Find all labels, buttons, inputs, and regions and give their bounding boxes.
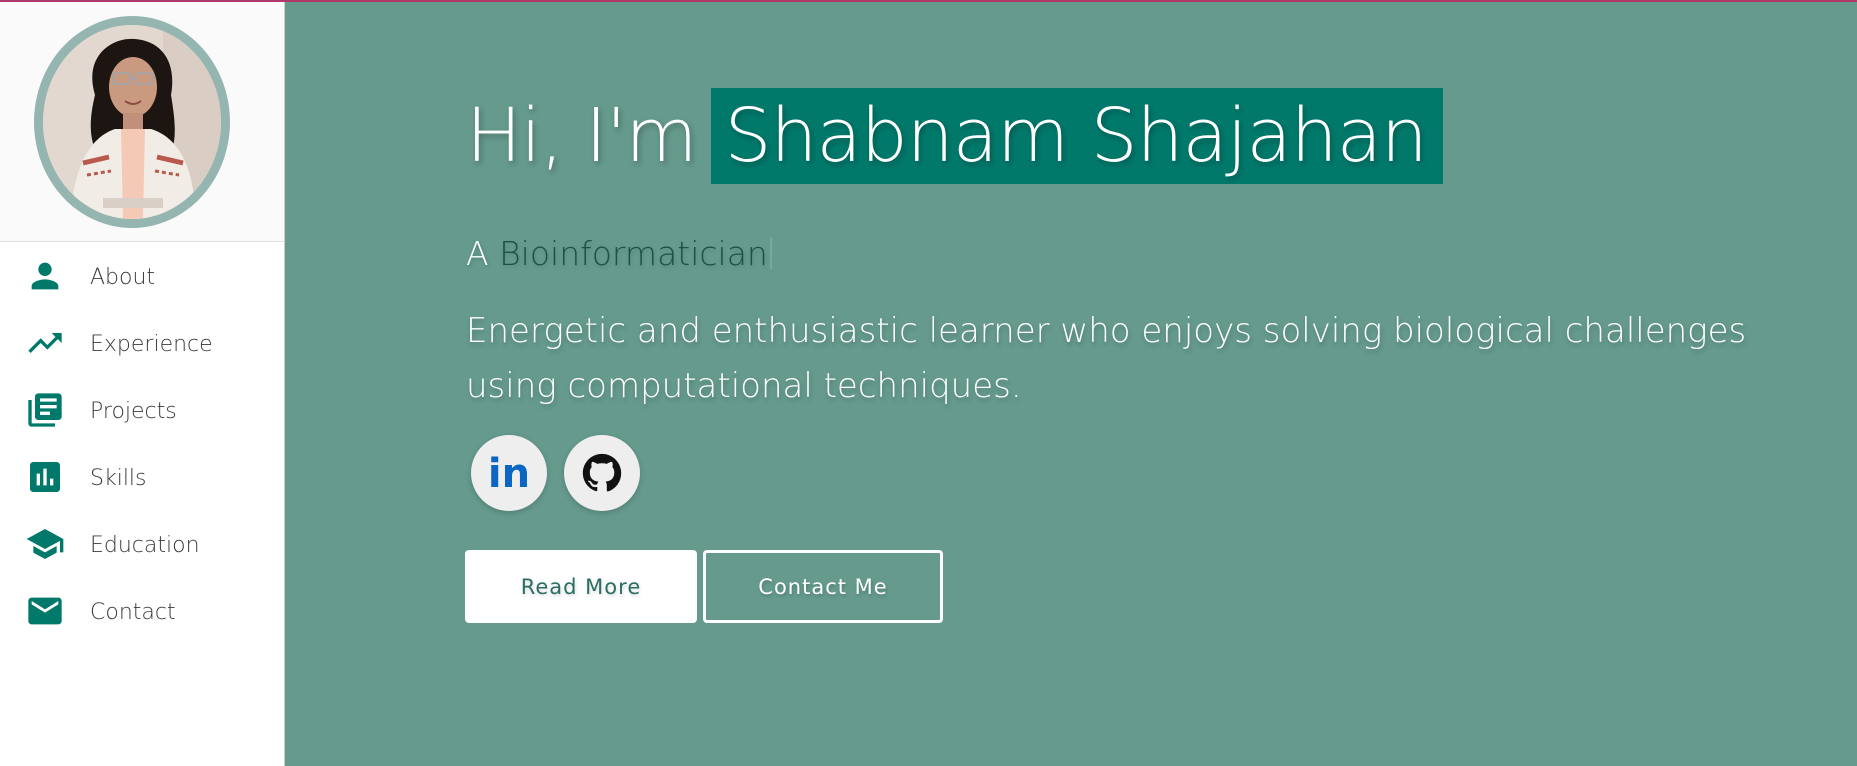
sidebar-item-education[interactable]: Education — [0, 512, 284, 579]
sidebar-item-projects[interactable]: Projects — [0, 378, 284, 445]
sidebar-item-label: About — [90, 265, 156, 290]
contact-me-button[interactable]: Contact Me — [703, 550, 943, 623]
hero-name: Shabnam Shajahan — [710, 88, 1443, 184]
avatar — [34, 16, 230, 228]
github-link[interactable] — [564, 435, 640, 511]
sidebar-item-label: Projects — [90, 399, 177, 424]
hero-title: Hi, I'm Shabnam Shajahan — [466, 88, 1443, 184]
sidebar-item-about[interactable]: About — [0, 244, 284, 311]
sidebar-item-contact[interactable]: Contact — [0, 579, 284, 646]
github-icon — [582, 453, 622, 492]
sidebar-nav: About Experience Projects Skills Educati… — [0, 244, 284, 646]
sidebar-item-label: Education — [90, 533, 200, 558]
school-icon — [25, 524, 65, 564]
tagline-role: Bioinformatician — [499, 234, 768, 273]
linkedin-link[interactable]: in — [471, 435, 547, 511]
sidebar-item-label: Experience — [90, 332, 213, 357]
sidebar: About Experience Projects Skills Educati… — [0, 2, 285, 766]
linkedin-icon: in — [488, 451, 530, 497]
svg-text:in: in — [488, 451, 530, 497]
social-links: in — [471, 435, 640, 511]
library-books-icon — [25, 390, 65, 430]
read-more-button[interactable]: Read More — [465, 550, 697, 623]
sidebar-header — [0, 2, 284, 242]
hero-section: Hi, I'm Shabnam Shajahan A Bioinformatici… — [285, 2, 1857, 766]
hero-bio: Energetic and enthusiastic learner who e… — [466, 311, 1747, 406]
mail-icon — [25, 591, 65, 631]
sidebar-item-label: Skills — [90, 466, 147, 491]
hero-tagline: A Bioinformatician — [466, 234, 772, 273]
typing-cursor — [769, 237, 772, 269]
bar-chart-icon — [25, 457, 65, 497]
sidebar-item-label: Contact — [90, 600, 176, 625]
trending-up-icon — [25, 323, 65, 363]
sidebar-item-skills[interactable]: Skills — [0, 445, 284, 512]
hero-greeting: Hi, I'm — [466, 93, 698, 179]
person-icon — [25, 256, 65, 296]
profile-photo — [43, 25, 221, 219]
sidebar-item-experience[interactable]: Experience — [0, 311, 284, 378]
tagline-prefix: A — [466, 234, 489, 273]
